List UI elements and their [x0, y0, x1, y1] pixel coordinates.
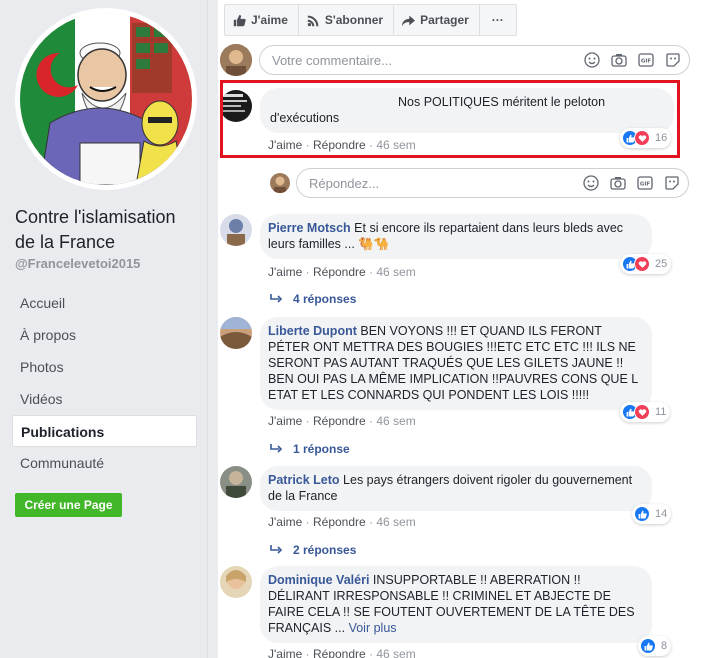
comment-reply-link[interactable]: Répondre — [313, 515, 366, 529]
sidebar-item-videos[interactable]: Vidéos — [12, 383, 197, 415]
commenter-avatar[interactable] — [220, 466, 252, 498]
love-reaction-icon — [634, 404, 650, 420]
comment-timestamp[interactable]: 46 sem — [376, 515, 415, 529]
reaction-count: 25 — [655, 258, 668, 270]
svg-text:GIF: GIF — [641, 59, 652, 65]
sidebar-item-accueil[interactable]: Accueil — [12, 287, 197, 319]
reply-composer: Répondez... GIF — [270, 168, 689, 198]
replies-count: 4 réponses — [293, 292, 357, 306]
comment-meta: J'aime · Répondre · 46 sem — [268, 515, 416, 529]
comment-author[interactable]: Patrick Leto — [268, 473, 340, 487]
comment-like-link[interactable]: J'aime — [268, 414, 302, 428]
page-title[interactable]: Contre l'islamisation de la France — [15, 205, 200, 255]
page-action-bar: J'aime S'abonner Partager ··· — [224, 4, 517, 36]
reaction-summary[interactable]: 14 — [632, 504, 672, 524]
sidebar-item-a-propos[interactable]: À propos — [12, 319, 197, 351]
reply-arrow-icon — [270, 294, 283, 303]
comment-composer: Votre commentaire... GIF — [220, 44, 690, 76]
reaction-count: 8 — [661, 640, 668, 652]
sidebar-item-photos[interactable]: Photos — [12, 351, 197, 383]
sidebar-nav: Accueil À propos Photos Vidéos Publicati… — [12, 287, 197, 479]
emoji-icon[interactable] — [584, 52, 600, 68]
reaction-summary[interactable]: 8 — [638, 636, 672, 656]
comment-author[interactable]: Dominique Valéri — [268, 573, 369, 587]
gif-icon[interactable]: GIF — [637, 175, 653, 191]
comment-like-link[interactable]: J'aime — [268, 647, 302, 658]
comment-bubble: Pierre Motsch Et si encore ils repartaie… — [260, 214, 652, 259]
reaction-summary[interactable]: 25 — [620, 254, 672, 274]
comment-like-link[interactable]: J'aime — [268, 265, 302, 279]
view-replies-link[interactable]: 2 réponses — [270, 543, 356, 557]
user-avatar-small — [270, 173, 290, 193]
reply-input-placeholder: Répondez... — [309, 175, 380, 191]
thumbs-up-icon — [233, 14, 246, 26]
create-page-button[interactable]: Créer une Page — [15, 493, 122, 517]
comment-timestamp[interactable]: 46 sem — [376, 647, 415, 658]
comment-meta: J'aime · Répondre · 46 sem — [268, 265, 416, 279]
reaction-count: 14 — [655, 508, 668, 520]
like-page-label: J'aime — [251, 13, 288, 27]
commenter-avatar[interactable] — [220, 566, 252, 598]
comment-author[interactable]: Liberte Dupont — [268, 324, 357, 338]
sidebar-item-communaute[interactable]: Communauté — [12, 447, 197, 479]
page-profile-picture[interactable] — [15, 8, 197, 190]
reaction-summary[interactable]: 11 — [620, 402, 671, 422]
comment-reply-link[interactable]: Répondre — [313, 414, 366, 428]
view-replies-link[interactable]: 4 réponses — [270, 292, 356, 306]
profile-illustration — [20, 13, 192, 185]
comment-reply-link[interactable]: Répondre — [313, 265, 366, 279]
comment-bubble: Liberte Dupont BEN VOYONS !!! ET QUAND I… — [260, 317, 652, 410]
comment-reply-link[interactable]: Répondre — [313, 647, 366, 658]
comment-meta: J'aime · Répondre · 46 sem — [268, 414, 416, 428]
emoji-icon[interactable] — [583, 175, 599, 191]
share-label: Partager — [420, 13, 469, 27]
reply-arrow-icon — [270, 444, 283, 453]
camera-icon[interactable] — [611, 52, 627, 68]
comment-timestamp[interactable]: 46 sem — [376, 265, 415, 279]
comment-meta: J'aime · Répondre · 46 sem — [268, 647, 416, 658]
reaction-count: 11 — [655, 406, 667, 418]
follow-label: S'abonner — [324, 13, 384, 27]
like-page-button[interactable]: J'aime — [224, 4, 299, 36]
replies-count: 2 réponses — [293, 543, 357, 557]
camera-icon[interactable] — [610, 175, 626, 191]
more-options-button[interactable]: ··· — [479, 4, 517, 36]
rss-icon — [307, 15, 319, 26]
comment-input[interactable]: Votre commentaire... GIF — [259, 45, 690, 75]
reply-arrow-icon — [270, 545, 283, 554]
like-reaction-icon — [640, 638, 656, 654]
comment-author[interactable]: Pierre Motsch — [268, 221, 351, 235]
reply-input[interactable]: Répondez... GIF — [296, 168, 689, 198]
commenter-avatar[interactable] — [220, 317, 252, 349]
gif-icon[interactable]: GIF — [638, 52, 654, 68]
love-reaction-icon — [634, 256, 650, 272]
comment-bubble: Patrick Leto Les pays étrangers doivent … — [260, 466, 652, 511]
comment-timestamp[interactable]: 46 sem — [376, 414, 415, 428]
sticker-icon[interactable] — [665, 52, 681, 68]
replies-count: 1 réponse — [293, 442, 350, 456]
page-handle[interactable]: @Francelevetoi2015 — [15, 256, 140, 271]
like-reaction-icon — [634, 506, 650, 522]
sticker-icon[interactable] — [664, 175, 680, 191]
comment-bubble: Dominique Valéri INSUPPORTABLE !! ABERRA… — [260, 566, 652, 643]
comment-like-link[interactable]: J'aime — [268, 515, 302, 529]
commenter-avatar[interactable] — [220, 214, 252, 246]
user-avatar — [220, 44, 252, 76]
see-more-link[interactable]: Voir plus — [349, 621, 397, 635]
comment-input-placeholder: Votre commentaire... — [272, 52, 392, 68]
follow-button[interactable]: S'abonner — [298, 4, 395, 36]
sidebar-item-publications[interactable]: Publications — [12, 415, 197, 447]
highlight-annotation-box — [220, 80, 680, 158]
share-arrow-icon — [402, 15, 416, 26]
svg-text:GIF: GIF — [640, 182, 651, 188]
view-replies-link[interactable]: 1 réponse — [270, 442, 350, 456]
share-button[interactable]: Partager — [394, 4, 480, 36]
page-sidebar: Contre l'islamisation de la France @Fran… — [0, 0, 208, 658]
